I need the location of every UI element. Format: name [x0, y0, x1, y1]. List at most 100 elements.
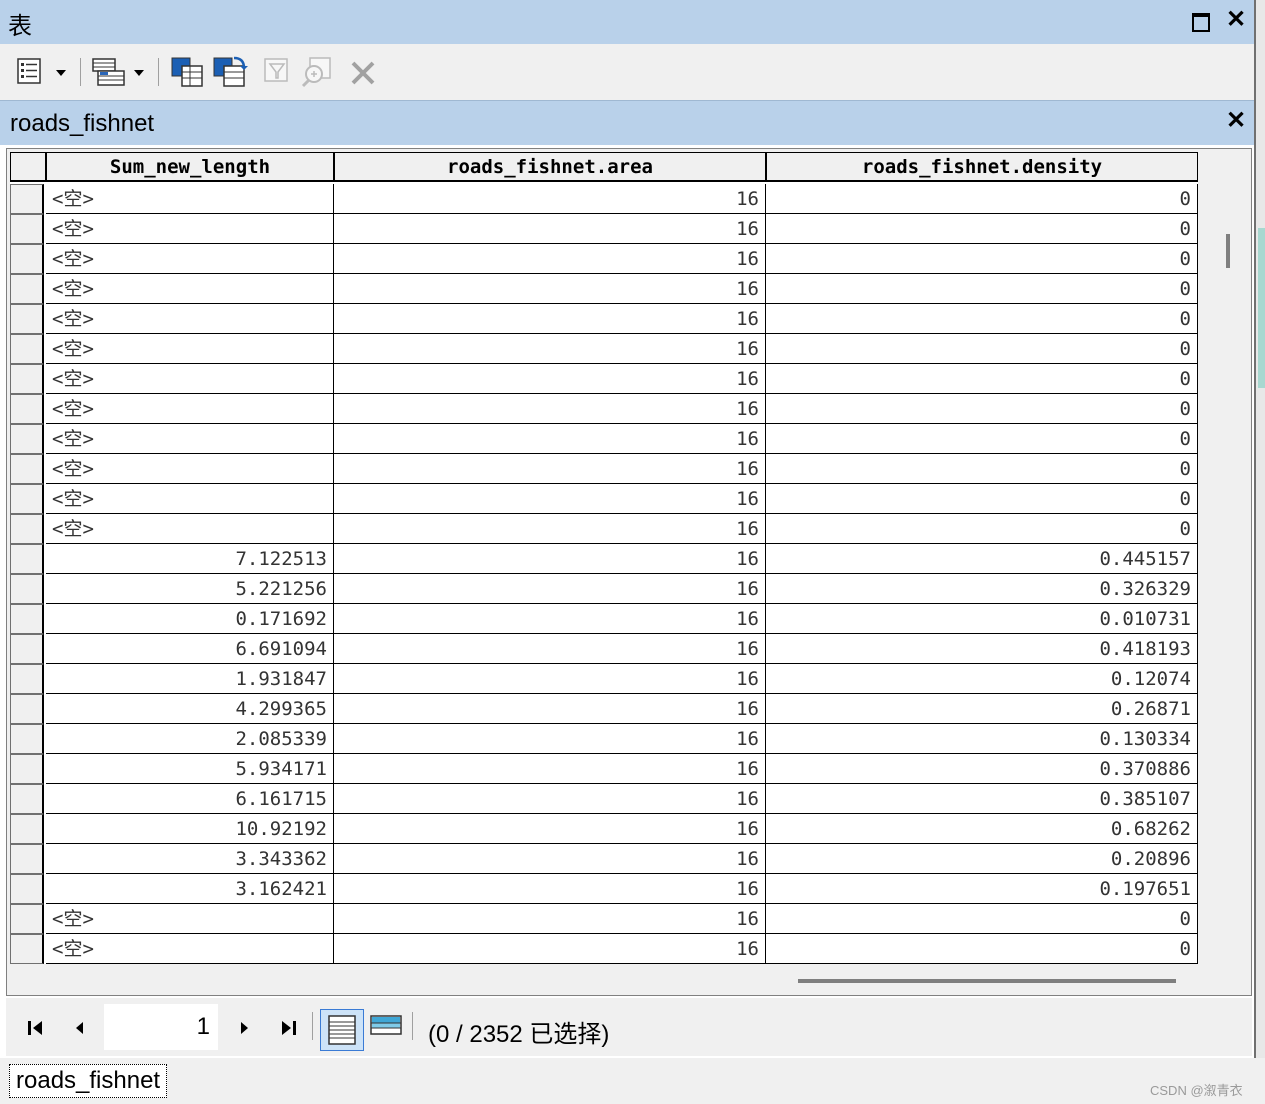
cell-area[interactable]: 16: [334, 634, 766, 664]
horizontal-scrollbar-thumb[interactable]: [798, 979, 1176, 983]
table-row[interactable]: 4.299365 16 0.26871: [10, 694, 1198, 724]
cell-area[interactable]: 16: [334, 364, 766, 394]
cell-density[interactable]: 0: [766, 334, 1198, 364]
row-selector[interactable]: [10, 604, 44, 634]
row-selector[interactable]: [10, 334, 44, 364]
tab-roads-fishnet[interactable]: roads_fishnet: [9, 1064, 168, 1098]
column-header-density[interactable]: roads_fishnet.density: [766, 152, 1198, 182]
column-header-area[interactable]: roads_fishnet.area: [334, 152, 766, 182]
cell-sum-new-length[interactable]: 3.162421: [46, 874, 334, 904]
clear-selection-button[interactable]: [262, 56, 290, 88]
switch-selection-button[interactable]: [212, 56, 248, 88]
row-selector[interactable]: [10, 394, 44, 424]
cell-density[interactable]: 0.326329: [766, 574, 1198, 604]
cell-sum-new-length[interactable]: 5.934171: [46, 754, 334, 784]
cell-density[interactable]: 0: [766, 904, 1198, 934]
cell-sum-new-length[interactable]: <空>: [46, 274, 334, 304]
table-row[interactable]: 5.221256 16 0.326329: [10, 574, 1198, 604]
cell-area[interactable]: 16: [334, 454, 766, 484]
cell-sum-new-length[interactable]: 3.343362: [46, 844, 334, 874]
first-record-button[interactable]: [24, 1016, 48, 1040]
cell-density[interactable]: 0: [766, 214, 1198, 244]
cell-area[interactable]: 16: [334, 514, 766, 544]
cell-sum-new-length[interactable]: 0.171692: [46, 604, 334, 634]
table-row[interactable]: 7.122513 16 0.445157: [10, 544, 1198, 574]
cell-density[interactable]: 0.385107: [766, 784, 1198, 814]
cell-area[interactable]: 16: [334, 274, 766, 304]
cell-density[interactable]: 0: [766, 274, 1198, 304]
row-selector[interactable]: [10, 244, 44, 274]
next-record-button[interactable]: [232, 1016, 256, 1040]
row-selector[interactable]: [10, 274, 44, 304]
cell-area[interactable]: 16: [334, 874, 766, 904]
table-row[interactable]: <空> 16 0: [10, 274, 1198, 304]
show-all-records-button[interactable]: [320, 1009, 364, 1051]
table-row[interactable]: <空> 16 0: [10, 304, 1198, 334]
cell-density[interactable]: 0: [766, 184, 1198, 214]
table-row[interactable]: <空> 16 0: [10, 934, 1198, 964]
column-header-sum-new-length[interactable]: Sum_new_length: [46, 152, 334, 182]
table-row[interactable]: <空> 16 0: [10, 364, 1198, 394]
cell-area[interactable]: 16: [334, 784, 766, 814]
cell-density[interactable]: 0.26871: [766, 694, 1198, 724]
table-row[interactable]: <空> 16 0: [10, 454, 1198, 484]
restore-window-button[interactable]: [1190, 9, 1212, 33]
table-row[interactable]: 0.171692 16 0.010731: [10, 604, 1198, 634]
table-row[interactable]: <空> 16 0: [10, 334, 1198, 364]
row-selector[interactable]: [10, 364, 44, 394]
cell-density[interactable]: 0.010731: [766, 604, 1198, 634]
cell-sum-new-length[interactable]: 1.931847: [46, 664, 334, 694]
cell-sum-new-length[interactable]: <空>: [46, 214, 334, 244]
cell-sum-new-length[interactable]: <空>: [46, 424, 334, 454]
row-selector[interactable]: [10, 304, 44, 334]
table-row[interactable]: <空> 16 0: [10, 484, 1198, 514]
cell-density[interactable]: 0: [766, 364, 1198, 394]
row-selector[interactable]: [10, 844, 44, 874]
cell-density[interactable]: 0: [766, 934, 1198, 964]
cell-sum-new-length[interactable]: 5.221256: [46, 574, 334, 604]
table-row[interactable]: <空> 16 0: [10, 244, 1198, 274]
row-selector[interactable]: [10, 574, 44, 604]
cell-density[interactable]: 0.68262: [766, 814, 1198, 844]
cell-area[interactable]: 16: [334, 544, 766, 574]
show-selected-records-button[interactable]: [368, 1010, 404, 1046]
row-selector[interactable]: [10, 514, 44, 544]
row-selector[interactable]: [10, 184, 44, 214]
cell-density[interactable]: 0.20896: [766, 844, 1198, 874]
table-row[interactable]: <空> 16 0: [10, 214, 1198, 244]
row-selector[interactable]: [10, 724, 44, 754]
cell-sum-new-length[interactable]: <空>: [46, 904, 334, 934]
cell-sum-new-length[interactable]: <空>: [46, 244, 334, 274]
row-selector[interactable]: [10, 544, 44, 574]
cell-sum-new-length[interactable]: 4.299365: [46, 694, 334, 724]
row-selector[interactable]: [10, 634, 44, 664]
cell-sum-new-length[interactable]: <空>: [46, 184, 334, 214]
row-selector[interactable]: [10, 814, 44, 844]
row-selector[interactable]: [10, 484, 44, 514]
row-selector[interactable]: [10, 694, 44, 724]
table-row[interactable]: <空> 16 0: [10, 184, 1198, 214]
cell-area[interactable]: 16: [334, 214, 766, 244]
cell-area[interactable]: 16: [334, 574, 766, 604]
table-row[interactable]: 10.92192 16 0.68262: [10, 814, 1198, 844]
cell-density[interactable]: 0: [766, 304, 1198, 334]
cell-density[interactable]: 0.12074: [766, 664, 1198, 694]
cell-sum-new-length[interactable]: <空>: [46, 304, 334, 334]
cell-area[interactable]: 16: [334, 184, 766, 214]
cell-area[interactable]: 16: [334, 934, 766, 964]
cell-area[interactable]: 16: [334, 904, 766, 934]
cell-sum-new-length[interactable]: <空>: [46, 514, 334, 544]
last-record-button[interactable]: [276, 1016, 300, 1040]
row-selector[interactable]: [10, 664, 44, 694]
table-row[interactable]: 6.161715 16 0.385107: [10, 784, 1198, 814]
cell-area[interactable]: 16: [334, 394, 766, 424]
table-options-button[interactable]: [16, 56, 72, 88]
cell-sum-new-length[interactable]: <空>: [46, 934, 334, 964]
previous-record-button[interactable]: [68, 1016, 92, 1040]
table-row[interactable]: <空> 16 0: [10, 514, 1198, 544]
cell-density[interactable]: 0: [766, 424, 1198, 454]
cell-sum-new-length[interactable]: 10.92192: [46, 814, 334, 844]
close-window-button[interactable]: ✕: [1224, 6, 1248, 34]
cell-density[interactable]: 0.130334: [766, 724, 1198, 754]
cell-density[interactable]: 0: [766, 454, 1198, 484]
